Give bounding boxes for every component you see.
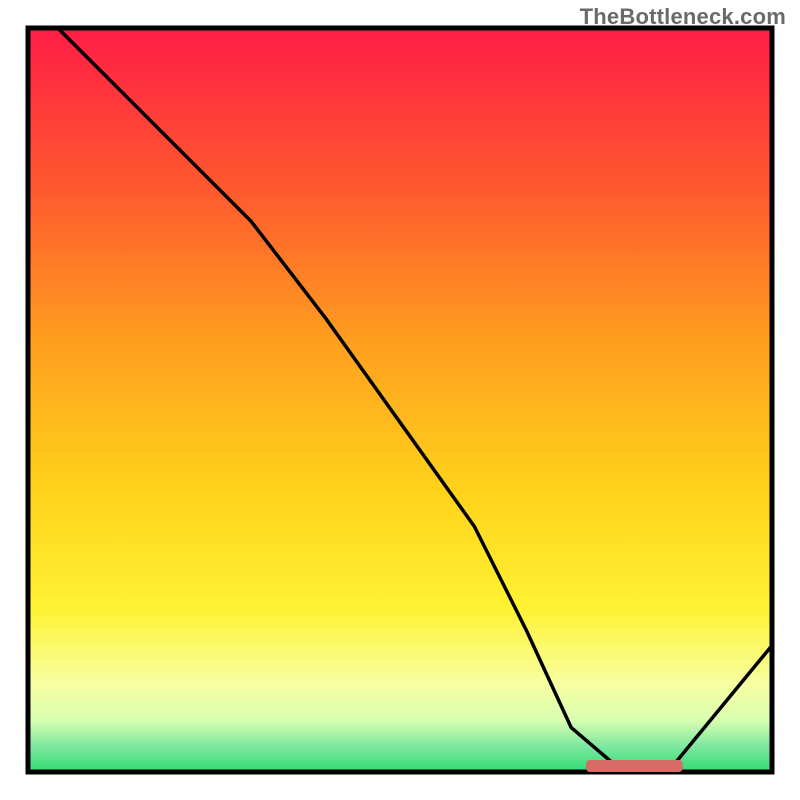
bottleneck-chart [0,0,800,800]
optimal-range-marker [586,760,683,772]
watermark-text: TheBottleneck.com [580,4,786,30]
gradient-background [28,28,772,772]
chart-container: TheBottleneck.com [0,0,800,800]
